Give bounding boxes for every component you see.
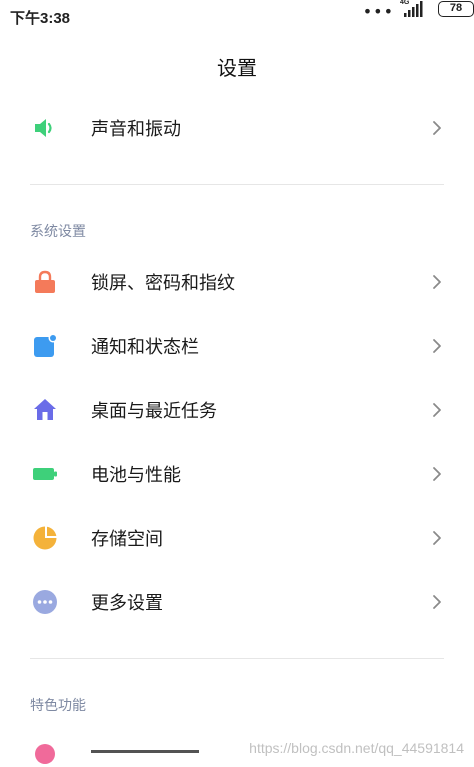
partial-item-icon (35, 744, 55, 764)
chevron-right-icon (433, 531, 441, 545)
battery-indicator: 78 (438, 1, 474, 17)
chevron-right-icon (433, 121, 441, 135)
more-notifications-icon: ••• (362, 2, 394, 21)
chevron-right-icon (433, 467, 441, 481)
speaker-icon (32, 115, 58, 141)
divider (30, 184, 444, 185)
notification-icon (32, 333, 58, 359)
chevron-right-icon (433, 339, 441, 353)
storage-pie-icon (32, 525, 58, 551)
settings-item-notifications[interactable]: 通知和状态栏 (0, 316, 474, 376)
status-bar: 下午3:38 ••• 4G 78 (0, 0, 474, 32)
settings-item-label: 桌面与最近任务 (91, 401, 217, 422)
settings-item-sound[interactable]: 声音和振动 (0, 98, 474, 158)
settings-item-label: 锁屏、密码和指纹 (91, 273, 235, 294)
page-title: 设置 (217, 56, 257, 80)
settings-item-label: 存储空间 (91, 529, 163, 550)
settings-item-label: 通知和状态栏 (91, 337, 199, 358)
watermark: https://blog.csdn.net/qq_44591814 (249, 740, 464, 756)
signal-icon: 4G (398, 0, 430, 18)
settings-item-battery[interactable]: 电池与性能 (0, 444, 474, 504)
settings-item-label: 更多设置 (91, 593, 163, 614)
section-header-features: 特色功能 (30, 698, 86, 714)
settings-item-storage[interactable]: 存储空间 (0, 508, 474, 568)
status-time: 下午3:38 (10, 10, 71, 27)
settings-item-lockscreen[interactable]: 锁屏、密码和指纹 (0, 252, 474, 312)
partial-item-label (91, 748, 201, 767)
divider (30, 658, 444, 659)
settings-item-more[interactable]: 更多设置 (0, 572, 474, 632)
settings-item-desktop[interactable]: 桌面与最近任务 (0, 380, 474, 440)
battery-icon (32, 461, 58, 487)
chevron-right-icon (433, 275, 441, 289)
settings-item-label: 电池与性能 (91, 465, 181, 486)
section-header-system: 系统设置 (30, 224, 86, 240)
settings-item-label: 声音和振动 (91, 119, 181, 140)
chevron-right-icon (433, 595, 441, 609)
chevron-right-icon (433, 403, 441, 417)
home-icon (32, 397, 58, 423)
lock-icon (32, 269, 58, 295)
more-dots-icon (32, 589, 58, 615)
